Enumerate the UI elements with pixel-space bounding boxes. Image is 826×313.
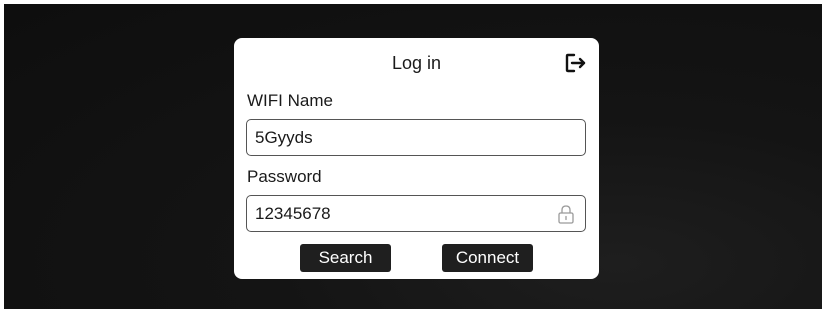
password-field[interactable] <box>246 195 586 232</box>
login-dialog: Log in WIFI Name Password Search <box>234 38 599 279</box>
wifi-name-label: WIFI Name <box>247 91 333 110</box>
dialog-title: Log in <box>391 53 442 73</box>
lock-icon[interactable] <box>557 204 575 224</box>
lock-icon-svg <box>558 205 574 224</box>
logout-icon[interactable] <box>563 51 587 75</box>
wifi-name-field[interactable] <box>246 119 586 156</box>
password-input[interactable] <box>255 196 555 231</box>
search-button[interactable]: Search <box>300 244 391 272</box>
connect-button[interactable]: Connect <box>442 244 533 272</box>
logout-icon-svg <box>565 53 586 73</box>
screen-background: Log in WIFI Name Password Search <box>4 4 822 309</box>
password-label: Password <box>247 167 322 186</box>
wifi-name-input[interactable] <box>255 120 555 155</box>
